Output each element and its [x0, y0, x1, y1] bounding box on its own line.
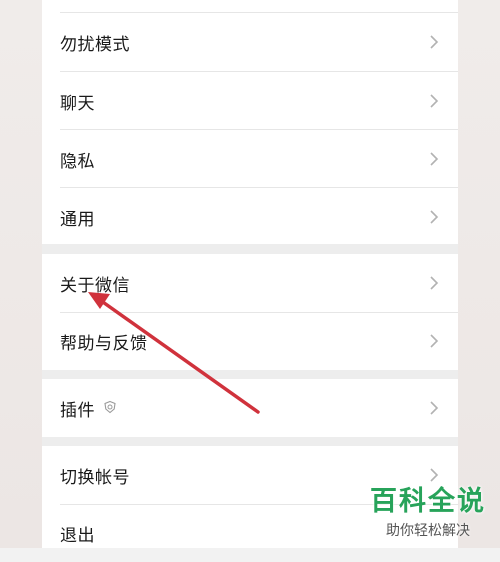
chevron-right-icon — [430, 94, 439, 108]
settings-item-label: 隐私 — [60, 151, 95, 172]
settings-item-label: 聊天 — [60, 93, 95, 114]
settings-item-chat[interactable]: 聊天 — [42, 72, 458, 130]
settings-item-help-feedback[interactable]: 帮助与反馈 — [42, 312, 458, 370]
settings-item-do-not-disturb[interactable]: 勿扰模式 — [42, 13, 458, 71]
settings-group-about: 关于微信 帮助与反馈 — [42, 254, 458, 370]
watermark: 百科全说 助你轻松解决 — [370, 479, 486, 540]
settings-item-privacy[interactable]: 隐私 — [42, 130, 458, 188]
settings-item-label: 通用 — [60, 209, 95, 230]
chevron-right-icon — [430, 334, 439, 348]
settings-item-label: 退出 — [60, 525, 95, 546]
watermark-title: 百科全说 — [370, 486, 486, 517]
settings-item-label: 切换帐号 — [60, 467, 130, 488]
settings-group-plugins: 插件 — [42, 379, 458, 437]
settings-item-label: 插件 — [60, 400, 95, 421]
settings-item-general[interactable]: 通用 — [42, 188, 458, 246]
settings-group-general: 勿扰模式 聊天 隐私 通用 — [42, 0, 458, 244]
settings-item-label: 帮助与反馈 — [60, 333, 148, 354]
settings-item-about-wechat[interactable]: 关于微信 — [42, 254, 458, 312]
chevron-right-icon — [430, 401, 439, 415]
chevron-right-icon — [430, 152, 439, 166]
watermark-subtitle: 助你轻松解决 — [386, 523, 470, 539]
settings-item-label: 关于微信 — [60, 275, 130, 296]
chevron-right-icon — [430, 276, 439, 290]
plugin-status-icon — [104, 400, 116, 414]
chevron-right-icon — [430, 210, 439, 224]
chevron-right-icon — [430, 35, 439, 49]
settings-item-label: 勿扰模式 — [60, 34, 130, 55]
background-left — [0, 0, 42, 548]
settings-item-plugins[interactable]: 插件 — [42, 379, 458, 437]
background-right — [458, 0, 500, 548]
settings-panel: 勿扰模式 聊天 隐私 通用 关于微信 帮助与反馈 插件 切换帐号 退出 — [42, 0, 458, 548]
